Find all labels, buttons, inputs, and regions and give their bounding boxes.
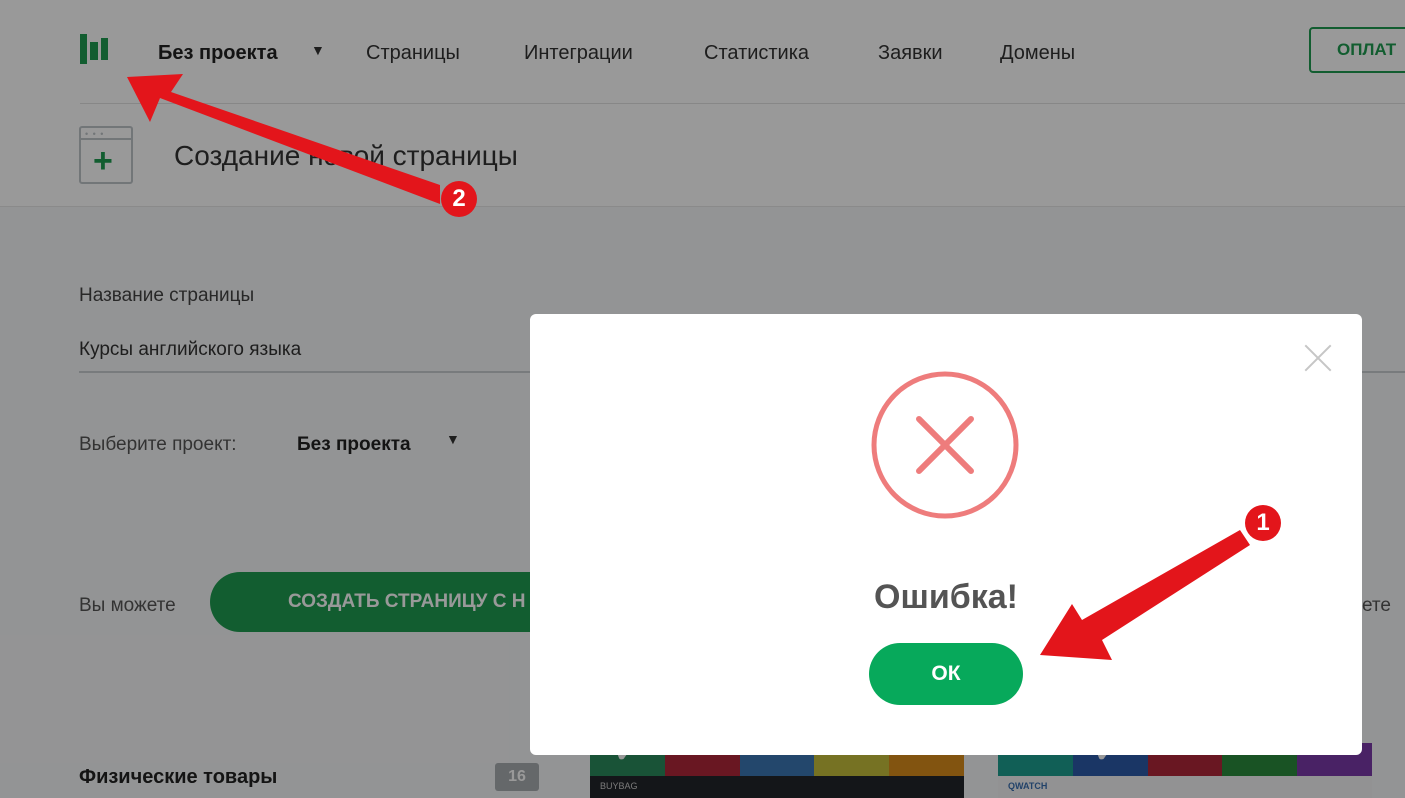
annotation-arrows xyxy=(127,74,1250,660)
annotation-badge-2: 2 xyxy=(441,181,477,217)
annotation-arrow-2 xyxy=(127,74,440,204)
page: Без проекта ▼ Страницы Интеграции Статис… xyxy=(0,0,1405,798)
annotation-arrow-1 xyxy=(1040,530,1250,660)
annotation-badge-1: 1 xyxy=(1245,505,1281,541)
